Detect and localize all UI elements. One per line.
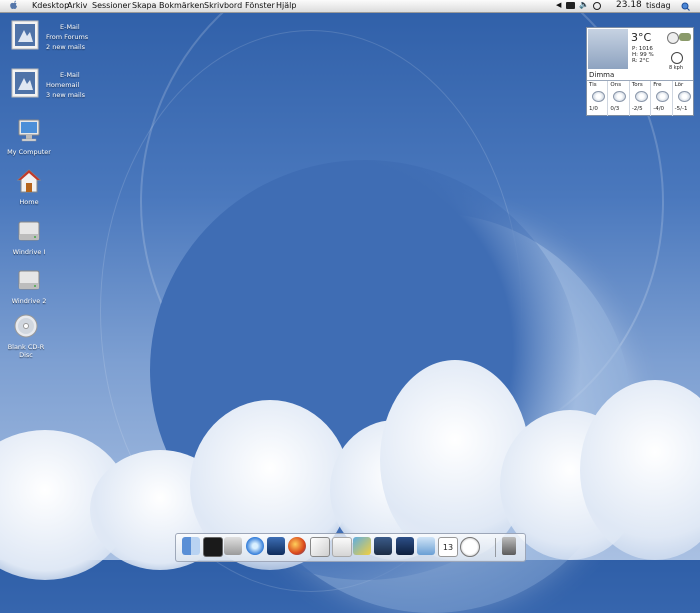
drive-icon: [18, 270, 40, 290]
forecast-day-name: Tis: [589, 82, 597, 88]
search-icon[interactable]: [681, 2, 690, 11]
dock: 13: [175, 533, 526, 562]
forecast-temps: -5/-1: [674, 106, 688, 112]
menu-skapa[interactable]: Skapa: [132, 1, 156, 10]
mail-stamp-icon: [11, 68, 39, 98]
forecast-day: Fre -4/0: [651, 81, 673, 116]
menu-hjalp[interactable]: Hjälp: [276, 1, 296, 10]
text-editor-icon[interactable]: [310, 537, 330, 557]
calendar-icon[interactable]: 13: [438, 537, 458, 557]
weather-cloud-icon: [634, 91, 648, 102]
desktop-icon-windrive-1[interactable]: Windrive I: [0, 218, 58, 256]
weather-cloud-icon: [592, 91, 605, 102]
forecast-temps: -2/5: [631, 106, 643, 112]
clock-icon[interactable]: [460, 537, 480, 557]
desktop-icon-label: My Computer: [7, 148, 51, 156]
mail-stamp-icon: [11, 20, 39, 50]
weather-forecast: Tis 1/0 Ons 0/3 Tors -2/5 Fre -4/0 Lör -…: [587, 80, 693, 116]
menu-kdesktop[interactable]: Kdesktop: [32, 1, 69, 10]
desktop-icon-label: Windrive 2: [11, 297, 47, 305]
weather-cloud-icon: [677, 91, 691, 102]
mail-account: Homemail: [46, 81, 80, 89]
forecast-day: Tors -2/5: [630, 81, 652, 116]
home-icon: [16, 169, 42, 193]
video-icon[interactable]: [396, 537, 414, 555]
weather-settings-icon[interactable]: [667, 32, 679, 44]
mail-widget-forums[interactable]: E-Mail From Forums 2 new mails: [8, 20, 148, 56]
mail-title: E-Mail: [60, 23, 80, 31]
desktop-icon-label: Blank CD-R Disc: [7, 343, 45, 359]
forecast-day: Tis 1/0: [587, 81, 609, 116]
desktop-icon-windrive-2[interactable]: Windrive 2: [0, 267, 58, 305]
forecast-day: Lör -5/-1: [673, 81, 693, 116]
mail-title: E-Mail: [60, 71, 80, 79]
terminal-icon[interactable]: [203, 537, 223, 557]
desktop-icon-blank-cd[interactable]: Blank CD-R Disc: [0, 313, 52, 359]
power-icon[interactable]: [593, 2, 601, 10]
desktop-icon-home[interactable]: Home: [0, 168, 58, 206]
photo-icon[interactable]: [353, 537, 371, 555]
menu-bokmarken[interactable]: Bokmärken: [159, 1, 204, 10]
weather-dew: R: 2°C: [632, 58, 650, 64]
system-preferences-icon[interactable]: [224, 537, 242, 555]
desktop-icon-label: Windrive I: [12, 248, 46, 256]
menu-arkiv[interactable]: Arkiv: [67, 1, 87, 10]
weather-condition: Dimma: [589, 71, 615, 79]
drive-icon: [18, 221, 40, 241]
forecast-day-name: Ons: [610, 82, 622, 88]
firefox-icon[interactable]: [288, 537, 306, 555]
weather-temperature: 3°C: [631, 31, 652, 44]
desktop-icon-label: Home: [19, 198, 39, 206]
volume-icon[interactable]: 🔈: [579, 0, 589, 9]
apple-menu-icon[interactable]: [9, 0, 19, 11]
weather-camera-icon[interactable]: [679, 33, 691, 41]
cd-icon: [14, 314, 38, 338]
forecast-temps: 0/3: [610, 106, 620, 112]
menubar: Kdesktop Arkiv Sessioner Skapa Bokmärken…: [0, 0, 700, 13]
wallpaper-clouds: [0, 360, 700, 580]
documents-icon[interactable]: [332, 537, 352, 557]
forecast-day-name: Fre: [653, 82, 662, 88]
tray-arrow-icon[interactable]: ◀: [556, 1, 561, 9]
battery-icon[interactable]: [566, 2, 575, 9]
forecast-temps: -4/0: [653, 106, 665, 112]
weather-cloud-icon: [656, 91, 670, 102]
forecast-day: Ons 0/3: [608, 81, 630, 116]
itunes-icon[interactable]: [246, 537, 264, 555]
forecast-temps: 1/0: [589, 106, 598, 112]
mail-count: 2 new mails: [46, 43, 86, 51]
forecast-day-name: Lör: [674, 82, 684, 88]
finder-icon[interactable]: [182, 537, 200, 555]
clock-day: tisdag: [646, 1, 671, 10]
desktop-icon-my-computer[interactable]: My Computer: [0, 118, 58, 156]
menu-skrivbord[interactable]: Skrivbord: [204, 1, 242, 10]
computer-icon: [18, 119, 40, 142]
dock-separator: [495, 538, 496, 557]
weather-widget[interactable]: 3°C P: 1016 H: 99 % R: 2°C 8 kph Dimma T…: [586, 27, 694, 116]
menu-sessioner[interactable]: Sessioner: [92, 1, 131, 10]
weather-cloud-icon: [613, 91, 627, 102]
music-icon[interactable]: [417, 537, 435, 555]
mail-account: From Forums: [46, 33, 89, 41]
movies-icon[interactable]: [374, 537, 392, 555]
weather-wind: 8 kph: [669, 65, 684, 71]
weather-image: [588, 29, 628, 69]
mail-widget-homemail[interactable]: E-Mail Homemail 3 new mails: [8, 68, 148, 104]
trash-icon[interactable]: [502, 537, 516, 555]
weather-details: P: 1016 H: 99 % R: 2°C: [632, 46, 654, 64]
wind-compass-icon: [671, 52, 683, 64]
menu-fonster[interactable]: Fönster: [245, 1, 275, 10]
forecast-day-name: Tors: [631, 82, 643, 88]
browser-icon[interactable]: [267, 537, 285, 555]
mail-count: 3 new mails: [46, 91, 86, 99]
clock-time[interactable]: 23.18: [616, 0, 642, 10]
